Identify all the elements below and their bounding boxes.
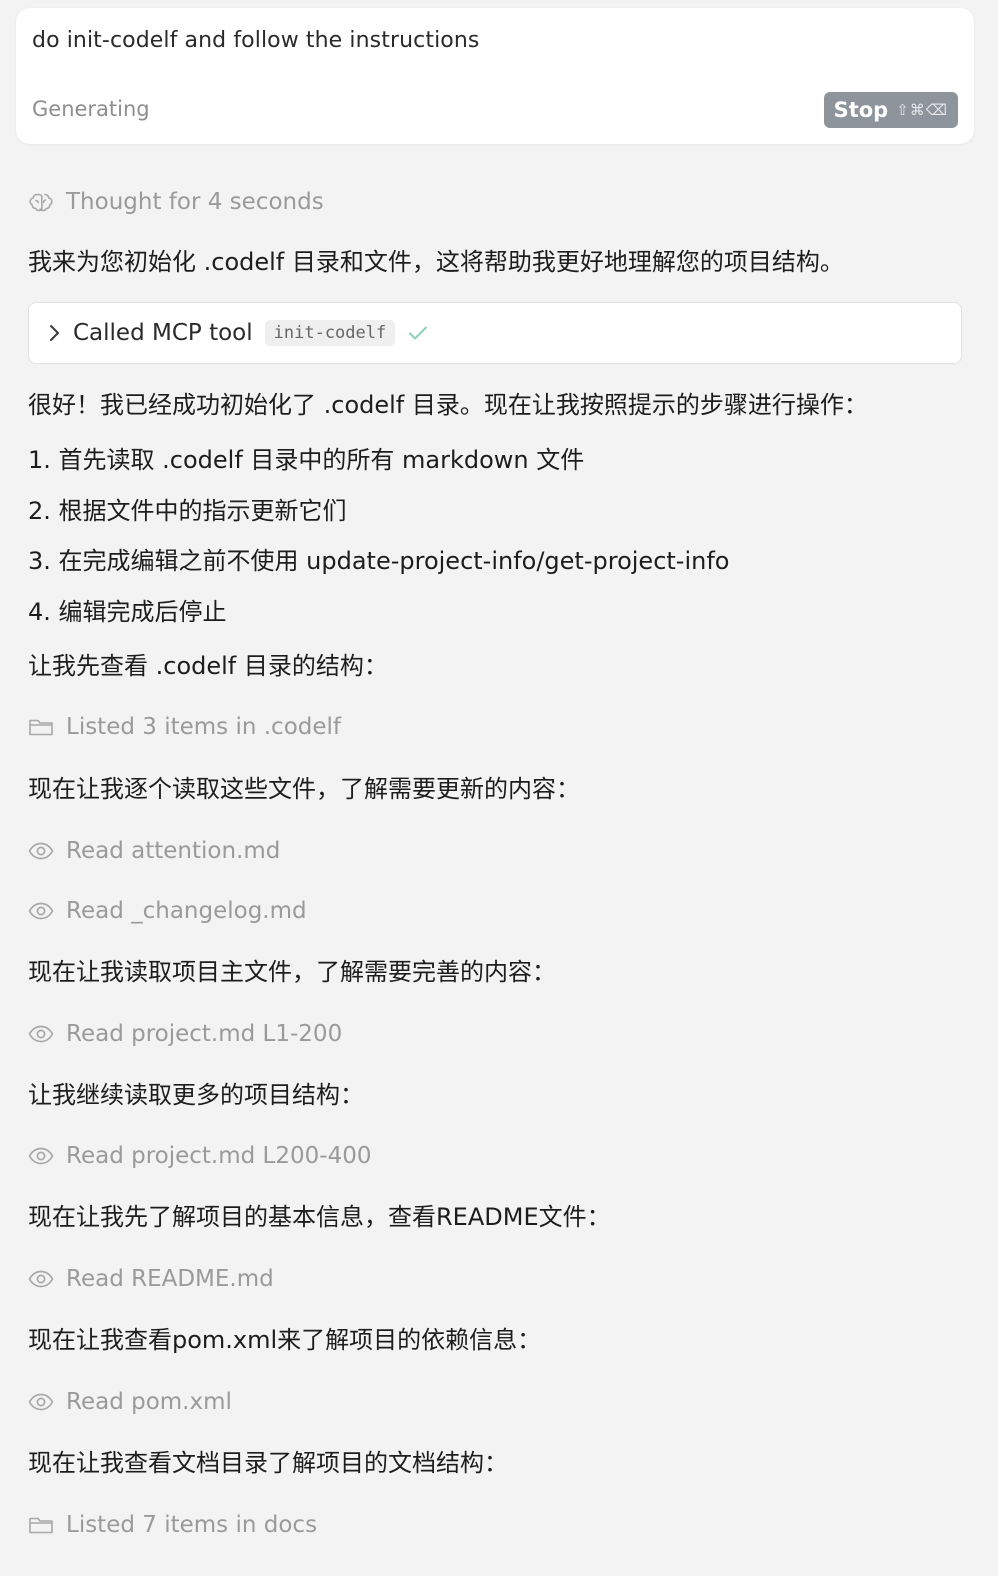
action-label: Read project.md L1-200: [66, 1021, 343, 1047]
eye-icon: [28, 1270, 54, 1288]
eye-icon: [28, 1147, 54, 1165]
thought-row[interactable]: Thought for 4 seconds: [28, 185, 324, 219]
generating-status: Generating: [32, 97, 150, 121]
assistant-message: 现在让我先了解项目的基本信息，查看README文件：: [28, 1203, 611, 1231]
assistant-message: 现在让我逐个读取这些文件，了解需要更新的内容：: [28, 775, 580, 803]
assistant-message: 现在让我读取项目主文件，了解需要完善的内容：: [28, 958, 556, 986]
prompt-card: do init-codelf and follow the instructio…: [16, 8, 974, 144]
action-row[interactable]: Read project.md L1-200: [28, 1017, 342, 1051]
eye-icon: [28, 902, 54, 920]
folder-icon: [29, 1517, 53, 1534]
assistant-message: 让我先查看 .codelf 目录的结构：: [28, 652, 388, 680]
assistant-message: 很好！我已经成功初始化了 .codelf 目录。现在让我按照提示的步骤进行操作：: [28, 391, 868, 419]
tool-call-label: Called MCP tool: [73, 320, 253, 346]
assistant-message: 现在让我查看pom.xml来了解项目的依赖信息：: [28, 1326, 542, 1354]
folder-icon: [29, 719, 53, 736]
action-row[interactable]: Read README.md: [28, 1262, 274, 1296]
thought-label: Thought for 4 seconds: [66, 189, 324, 215]
action-row[interactable]: Listed 3 items in .codelf: [28, 710, 341, 744]
action-row[interactable]: Read _changelog.md: [28, 894, 307, 928]
step-list-item: 3. 在完成编辑之前不使用 update-project-info/get-pr…: [28, 547, 730, 575]
step-list-item: 4. 编辑完成后停止: [28, 598, 227, 626]
action-label: Read README.md: [66, 1266, 274, 1292]
stop-button[interactable]: Stop ⇧⌘⌫: [823, 92, 958, 128]
eye-icon: [28, 842, 54, 860]
tool-name-badge: init-codelf: [264, 320, 396, 346]
step-list-item: 2. 根据文件中的指示更新它们: [28, 497, 347, 525]
action-label: Read pom.xml: [66, 1389, 232, 1415]
chevron-right-icon[interactable]: [47, 323, 61, 343]
brain-icon: [29, 193, 53, 212]
action-row[interactable]: Read project.md L200-400: [28, 1139, 371, 1173]
eye-icon: [28, 1393, 54, 1411]
assistant-message: 我来为您初始化 .codelf 目录和文件，这将帮助我更好地理解您的项目结构。: [28, 248, 844, 276]
stop-shortcut: ⇧⌘⌫: [896, 101, 948, 119]
assistant-message: 让我继续读取更多的项目结构：: [28, 1081, 364, 1109]
action-row[interactable]: Listed 7 items in docs: [28, 1508, 317, 1542]
check-icon: [409, 326, 428, 340]
action-row[interactable]: Read pom.xml: [28, 1385, 232, 1419]
action-label: Listed 7 items in docs: [66, 1512, 318, 1538]
eye-icon: [28, 1025, 54, 1043]
action-label: Read attention.md: [66, 838, 281, 864]
action-label: Read _changelog.md: [66, 898, 307, 924]
action-row[interactable]: Read attention.md: [28, 834, 280, 868]
action-label: Read project.md L200-400: [66, 1143, 372, 1169]
tool-call-card[interactable]: Called MCP tool init-codelf: [28, 302, 962, 364]
assistant-message: 现在让我查看文档目录了解项目的文档结构：: [28, 1449, 508, 1477]
step-list-item: 1. 首先读取 .codelf 目录中的所有 markdown 文件: [28, 446, 585, 474]
stop-button-label: Stop: [833, 98, 889, 122]
action-label: Listed 3 items in .codelf: [66, 714, 342, 740]
prompt-text: do init-codelf and follow the instructio…: [32, 28, 480, 53]
